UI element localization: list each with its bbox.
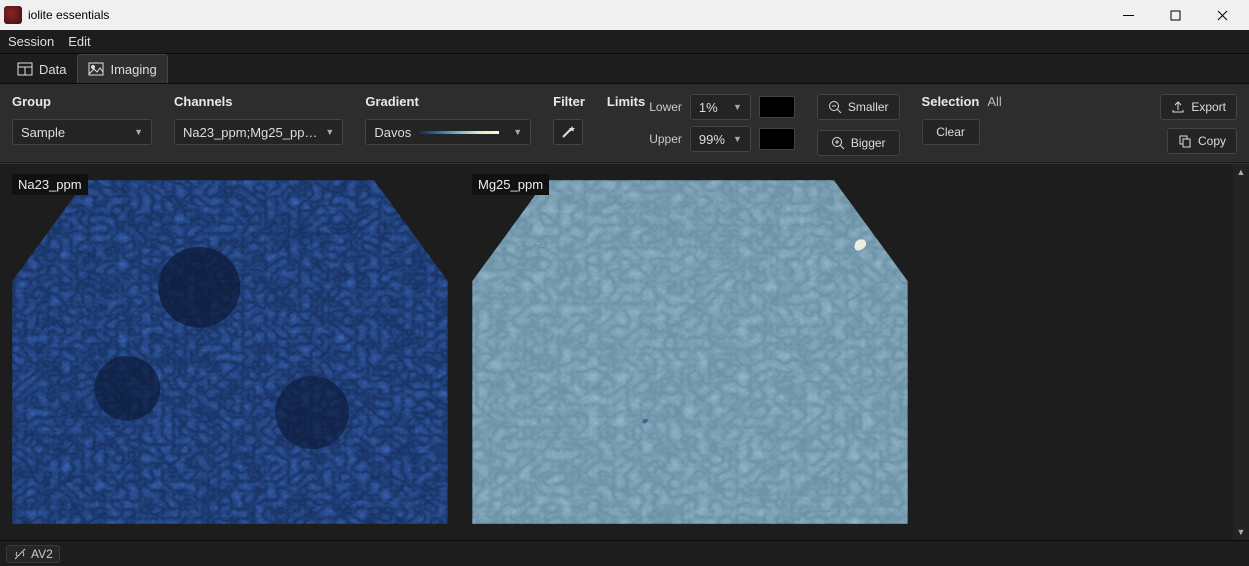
channels-select[interactable]: Na23_ppm;Mg25_pp… ▼ xyxy=(174,119,343,145)
limits-upper-swatch[interactable] xyxy=(759,128,795,150)
zoom-out-icon xyxy=(828,100,842,114)
smaller-button[interactable]: Smaller xyxy=(817,94,900,120)
smaller-label: Smaller xyxy=(848,100,889,114)
bigger-label: Bigger xyxy=(851,136,886,150)
image-left xyxy=(4,170,456,534)
table-icon xyxy=(17,61,33,77)
chevron-down-icon: ▼ xyxy=(513,127,522,137)
tab-data[interactable]: Data xyxy=(6,54,77,83)
image-panel-right[interactable]: Mg25_ppm xyxy=(460,164,920,540)
bigger-button[interactable]: Bigger xyxy=(817,130,900,156)
tab-data-label: Data xyxy=(39,62,66,77)
channels-value: Na23_ppm;Mg25_pp… xyxy=(183,125,317,140)
gradient-preview xyxy=(419,131,499,134)
image-left-label: Na23_ppm xyxy=(12,174,88,195)
limits-upper-value: 99% xyxy=(699,132,725,147)
chevron-down-icon: ▼ xyxy=(325,127,334,137)
window-minimize-button[interactable] xyxy=(1106,1,1151,29)
copy-icon xyxy=(1178,134,1192,148)
window-maximize-button[interactable] xyxy=(1153,1,1198,29)
gradient-label: Gradient xyxy=(365,94,531,109)
vertical-scrollbar[interactable]: ▲ ▼ xyxy=(1233,164,1249,540)
image-right xyxy=(464,170,916,534)
image-icon xyxy=(88,61,104,77)
app-icon xyxy=(4,6,22,24)
copy-label: Copy xyxy=(1198,134,1226,148)
image-right-label: Mg25_ppm xyxy=(472,174,549,195)
window-close-button[interactable] xyxy=(1200,1,1245,29)
chevron-down-icon: ▼ xyxy=(134,127,143,137)
tab-imaging-label: Imaging xyxy=(110,62,156,77)
selection-value: All xyxy=(987,94,1001,109)
selection-label: Selection xyxy=(922,94,980,109)
image-panel-left[interactable]: Na23_ppm xyxy=(0,164,460,540)
scroll-down-icon[interactable]: ▼ xyxy=(1233,524,1249,540)
menu-edit[interactable]: Edit xyxy=(68,34,90,49)
status-item-av2[interactable]: AV2 xyxy=(6,545,60,563)
status-item-label: AV2 xyxy=(31,547,53,561)
copy-button[interactable]: Copy xyxy=(1167,128,1237,154)
scroll-up-icon[interactable]: ▲ xyxy=(1233,164,1249,180)
link-off-icon xyxy=(13,547,27,561)
export-label: Export xyxy=(1191,100,1226,114)
channels-label: Channels xyxy=(174,94,343,109)
zoom-in-icon xyxy=(831,136,845,150)
export-button[interactable]: Export xyxy=(1160,94,1237,120)
clear-button[interactable]: Clear xyxy=(922,119,980,145)
gradient-value: Davos xyxy=(374,125,411,140)
limits-lower-value: 1% xyxy=(699,100,718,115)
limits-upper-label: Upper xyxy=(649,132,682,146)
chevron-down-icon: ▼ xyxy=(733,134,742,144)
tab-imaging[interactable]: Imaging xyxy=(77,54,167,83)
limits-label: Limits xyxy=(607,94,645,109)
window-title: iolite essentials xyxy=(28,8,1106,22)
chevron-down-icon: ▼ xyxy=(733,102,742,112)
menu-session[interactable]: Session xyxy=(8,34,54,49)
clear-label: Clear xyxy=(936,125,965,139)
filter-label: Filter xyxy=(553,94,585,109)
gradient-select[interactable]: Davos ▼ xyxy=(365,119,531,145)
limits-lower-select[interactable]: 1% ▼ xyxy=(690,94,751,120)
limits-lower-label: Lower xyxy=(649,100,682,114)
wand-icon xyxy=(560,124,576,140)
limits-lower-swatch[interactable] xyxy=(759,96,795,118)
group-label: Group xyxy=(12,94,152,109)
filter-button[interactable] xyxy=(553,119,583,145)
group-value: Sample xyxy=(21,125,65,140)
limits-upper-select[interactable]: 99% ▼ xyxy=(690,126,751,152)
export-icon xyxy=(1171,100,1185,114)
group-select[interactable]: Sample ▼ xyxy=(12,119,152,145)
